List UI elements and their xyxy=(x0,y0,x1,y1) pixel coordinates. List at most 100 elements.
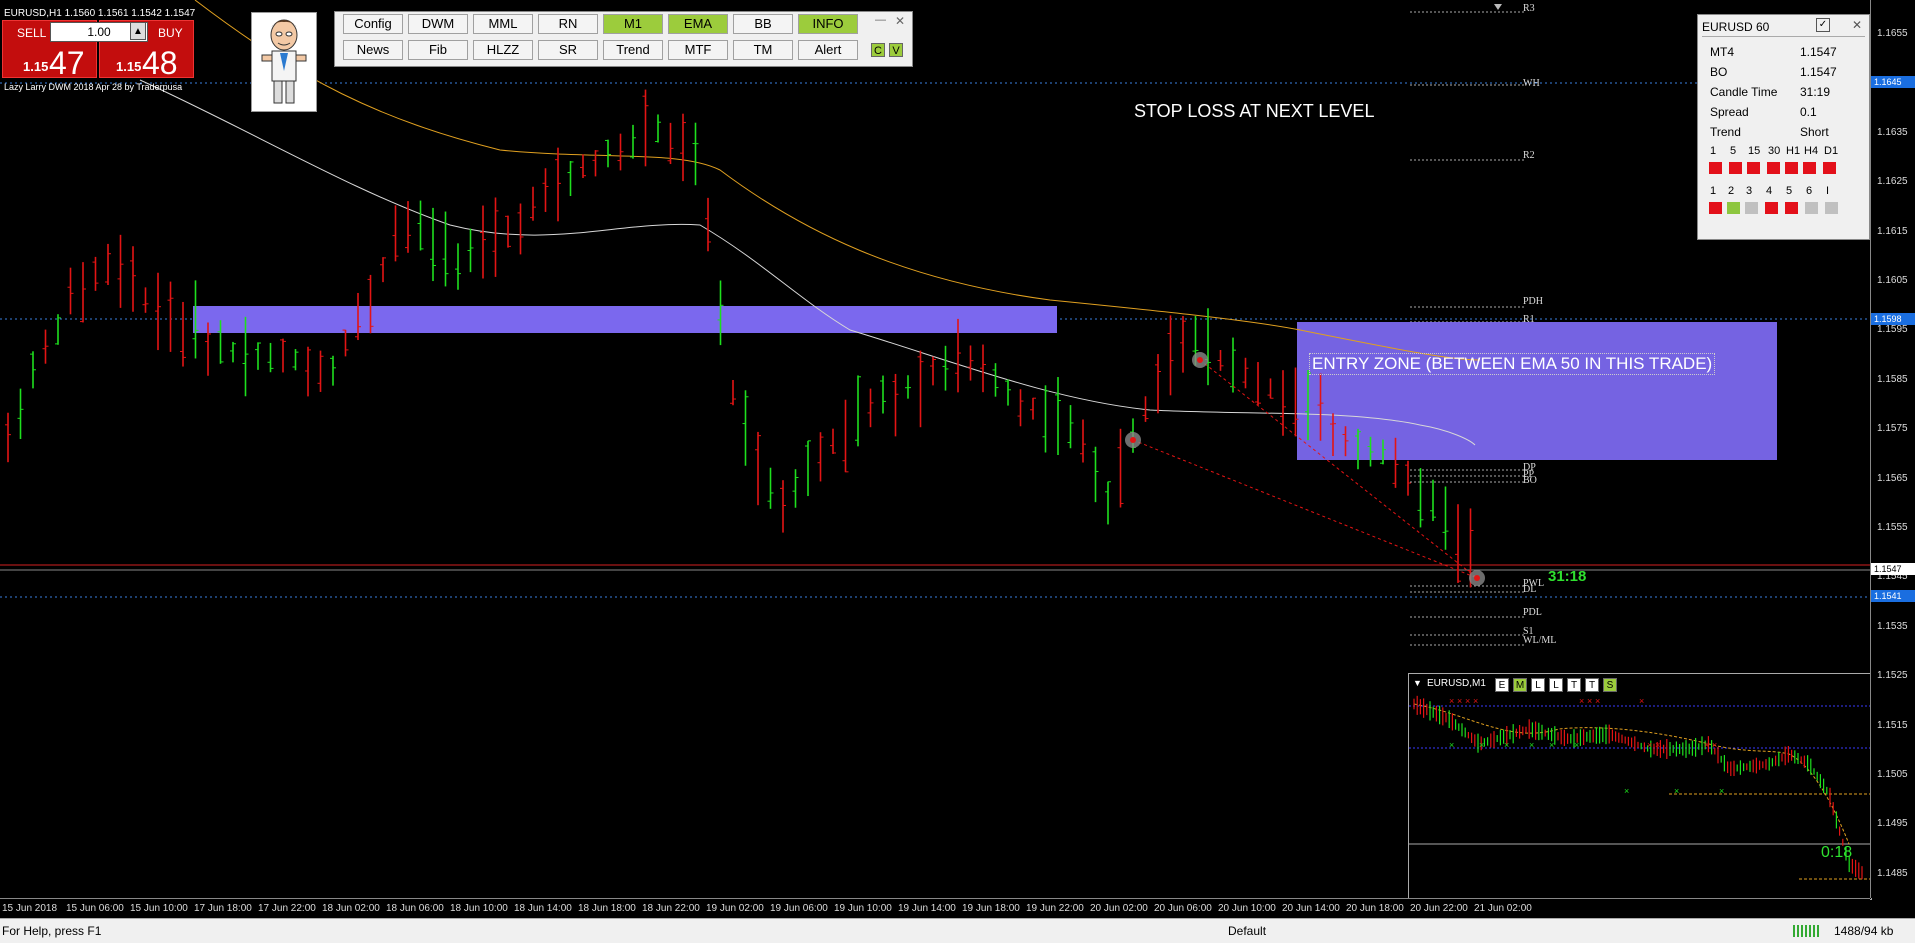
timeframe-label: 5 xyxy=(1730,145,1737,157)
rn-button[interactable]: RN xyxy=(538,14,598,34)
config-button[interactable]: Config xyxy=(343,14,403,34)
price-tick-label: 1.1505 xyxy=(1877,769,1908,780)
fib-button[interactable]: Fib xyxy=(408,40,468,60)
mini-cross-marker: × xyxy=(1595,696,1600,706)
time-tick-label: 19 Jun 22:00 xyxy=(1026,903,1084,914)
price-tick-label: 1.1585 xyxy=(1877,373,1908,385)
mini-button-l2[interactable]: L xyxy=(1549,678,1563,692)
ema-button[interactable]: EMA xyxy=(668,14,728,34)
trade-point-marker-dot xyxy=(1197,357,1203,363)
mini-chart-m1[interactable]: × × × × × × × × × × × × × × × × × × × × × ▼ EURUSD,M1 E M L … xyxy=(1408,673,1872,900)
signal-label: 1 xyxy=(1710,185,1717,197)
sell-label: SELL xyxy=(17,26,47,40)
c-toggle-button[interactable]: C xyxy=(871,43,885,57)
mini-cross-marker: × xyxy=(1574,740,1579,750)
mini-chart-timer: 0:18 xyxy=(1821,844,1853,861)
avatar-drawing xyxy=(252,13,316,111)
mini-chart-title: EURUSD,M1 xyxy=(1427,678,1486,689)
timeframe-trend-indicator xyxy=(1709,162,1722,174)
mini-button-m[interactable]: M xyxy=(1513,678,1527,692)
status-traffic-text: 1488/94 kb xyxy=(1834,924,1894,938)
buy-price-pips: 48 xyxy=(142,45,178,81)
price-marker-tag: 1.1541 xyxy=(1871,590,1915,602)
mini-button-t1[interactable]: T xyxy=(1567,678,1581,692)
timeframe-label: 30 xyxy=(1768,145,1781,157)
mini-button-s[interactable]: S xyxy=(1603,678,1617,692)
time-tick-label: 18 Jun 10:00 xyxy=(450,903,508,914)
mini-cross-marker: × xyxy=(1579,696,1584,706)
info-panel-close-icon[interactable]: ✕ xyxy=(1852,18,1862,32)
signal-indicator xyxy=(1825,202,1838,214)
mini-cross-marker: × xyxy=(1449,696,1454,706)
time-tick-label: 20 Jun 14:00 xyxy=(1282,903,1340,914)
timeframe-label: D1 xyxy=(1824,145,1839,157)
time-tick-label: 20 Jun 10:00 xyxy=(1218,903,1276,914)
price-tick-label: 1.1515 xyxy=(1877,719,1908,731)
signal-label: 3 xyxy=(1746,185,1753,197)
timeframe-trend-indicator xyxy=(1785,162,1798,174)
signal-label: 5 xyxy=(1786,185,1793,197)
price-tick-label: 1.1525 xyxy=(1877,670,1908,682)
mini-button-t2[interactable]: T xyxy=(1585,678,1599,692)
sr-button[interactable]: SR xyxy=(538,40,598,60)
mml-button[interactable]: MML xyxy=(473,14,533,34)
info-panel-title: EURUSD 60 xyxy=(1702,20,1770,34)
level-label-wl-ml: WL/ML xyxy=(1523,635,1557,646)
info-row-value-candle-time: 31:19 xyxy=(1800,85,1831,99)
mini-chart-chevron-icon[interactable]: ▼ xyxy=(1413,678,1422,688)
sell-price-pips: 47 xyxy=(49,45,85,81)
price-marker-tag: 1.1598 xyxy=(1871,313,1915,325)
m1-button[interactable]: M1 xyxy=(603,14,663,34)
time-tick-label: 19 Jun 02:00 xyxy=(706,903,764,914)
price-tick-label: 1.1555 xyxy=(1877,522,1908,533)
level-label-r2: R2 xyxy=(1523,150,1535,161)
alert-button[interactable]: Alert xyxy=(798,40,858,60)
time-tick-label: 18 Jun 18:00 xyxy=(578,903,636,914)
connection-status-icon xyxy=(1793,925,1819,937)
time-axis[interactable]: 15 Jun 2018 15 Jun 06:00 15 Jun 10:00 17 Ju… xyxy=(0,898,1870,919)
level-label-r3: R3 xyxy=(1523,3,1535,14)
price-tick-label: 1.1595 xyxy=(1877,324,1908,336)
mtf-button[interactable]: MTF xyxy=(668,40,728,60)
mini-button-l1[interactable]: L xyxy=(1531,678,1545,692)
v-toggle-button[interactable]: V xyxy=(889,43,903,57)
signal-indicator xyxy=(1805,202,1818,214)
buy-label: BUY xyxy=(158,26,183,40)
price-tick-label: 1.1625 xyxy=(1877,176,1908,188)
time-tick-label: 19 Jun 14:00 xyxy=(898,903,956,914)
price-axis[interactable]: 1.1655 1.1645 1.1635 1.1625 1.1615 1.1605 1.15… xyxy=(1870,0,1915,898)
dwm-button[interactable]: DWM xyxy=(408,14,468,34)
panel-minimize-icon[interactable]: — xyxy=(875,14,886,26)
timeframe-label: 1 xyxy=(1710,145,1717,157)
time-tick-label: 20 Jun 18:00 xyxy=(1346,903,1404,914)
timeframe-trend-indicator xyxy=(1823,162,1836,174)
symbol-info-panel: EURUSD 60 ✓ ✕ MT4 1.1547 BO 1.1547 Candl… xyxy=(1697,14,1870,240)
level-label-pdh: PDH xyxy=(1523,296,1544,307)
bb-button[interactable]: BB xyxy=(733,14,793,34)
mini-cross-marker: × xyxy=(1624,786,1629,796)
price-marker-tag: 1.1547 xyxy=(1871,563,1915,575)
info-row-value-trend: Short xyxy=(1800,125,1829,139)
level-label-wh: WH xyxy=(1523,78,1540,89)
info-button[interactable]: INFO xyxy=(798,14,858,34)
chart-symbol-title: EURUSD,H1 1.1560 1.1561 1.1542 1.1547 xyxy=(4,8,196,19)
panel-close-icon[interactable]: ✕ xyxy=(895,14,905,28)
timeframe-trend-indicator xyxy=(1747,162,1760,174)
news-button[interactable]: News xyxy=(343,40,403,60)
mini-cross-marker: × xyxy=(1639,696,1644,706)
tm-button[interactable]: TM xyxy=(733,40,793,60)
status-profile-text: Default xyxy=(1228,924,1267,938)
info-panel-checkbox-icon[interactable]: ✓ xyxy=(1816,18,1830,32)
mini-button-e[interactable]: E xyxy=(1495,678,1509,692)
info-row-label-candle-time: Candle Time xyxy=(1710,85,1778,99)
hlzz-button[interactable]: HLZZ xyxy=(473,40,533,60)
mini-cross-marker: × xyxy=(1504,740,1509,750)
trend-button[interactable]: Trend xyxy=(603,40,663,60)
signal-indicator xyxy=(1727,202,1740,214)
mini-cross-marker: × xyxy=(1479,740,1484,750)
mini-cross-marker: × xyxy=(1647,740,1652,750)
time-tick-label: 18 Jun 22:00 xyxy=(642,903,700,914)
lot-increase-button[interactable]: ▲ xyxy=(130,22,146,40)
info-row-label-bo: BO xyxy=(1710,65,1728,79)
mini-cross-marker: × xyxy=(1655,740,1660,750)
